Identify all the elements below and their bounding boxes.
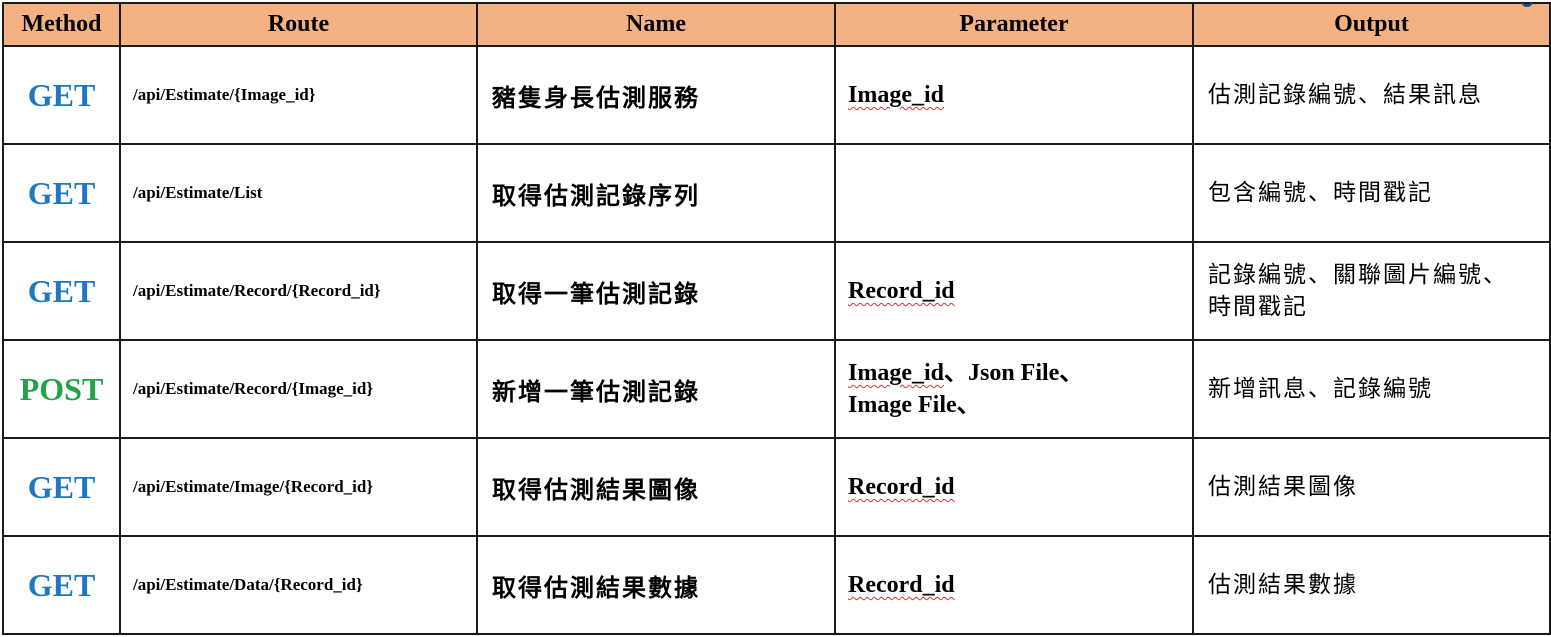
header-output: Output (1192, 2, 1551, 47)
name-cell: 取得一筆估測記錄 (476, 241, 836, 341)
output-line: 估測結果數據 (1208, 572, 1358, 598)
parameter-line: Record_id (848, 275, 1192, 307)
route-cell: /api/Estimate/Record/{Image_id} (119, 339, 478, 439)
output-cell: 新增訊息、記錄編號 (1192, 339, 1551, 439)
table-row: GET /api/Estimate/Record/{Record_id} 取得一… (2, 241, 1551, 341)
output-cell: 估測記錄編號、結果訊息 (1192, 45, 1551, 145)
header-row: Method Route Name Parameter Output (2, 2, 1551, 47)
route-cell: /api/Estimate/Image/{Record_id} (119, 437, 478, 537)
header-method: Method (2, 2, 121, 47)
parameter-cell (834, 143, 1194, 243)
output-line: 新增訊息、記錄編號 (1208, 376, 1433, 402)
parameter-token: Record_id (848, 278, 955, 304)
route-cell: /api/Estimate/{Image_id} (119, 45, 478, 145)
name-cell: 取得估測記錄序列 (476, 143, 836, 243)
parameter-cell: Record_id (834, 535, 1194, 635)
table-row: GET /api/Estimate/Data/{Record_id} 取得估測結… (2, 535, 1551, 635)
header-parameter: Parameter (834, 2, 1194, 47)
name-cell: 取得估測結果數據 (476, 535, 836, 635)
parameter-cell: Image_id (834, 45, 1194, 145)
output-cell: 記錄編號、關聯圖片編號、 時間戳記 (1192, 241, 1551, 341)
parameter-cell: Record_id (834, 437, 1194, 537)
table-row: GET /api/Estimate/Image/{Record_id} 取得估測… (2, 437, 1551, 537)
output-line: 估測結果圖像 (1208, 474, 1358, 500)
method-cell: POST (2, 339, 121, 439)
method-cell: GET (2, 241, 121, 341)
method-cell: GET (2, 143, 121, 243)
table-row: GET /api/Estimate/List 取得估測記錄序列 包含編號、時間戳… (2, 143, 1551, 243)
output-line: 記錄編號、關聯圖片編號、 (1208, 262, 1508, 288)
route-cell: /api/Estimate/List (119, 143, 478, 243)
output-line: 包含編號、時間戳記 (1208, 180, 1433, 206)
output-cell: 估測結果圖像 (1192, 437, 1551, 537)
table-body: GET /api/Estimate/{Image_id} 豬隻身長估測服務 Im… (2, 45, 1551, 635)
parameter-cell: Image_id、Json File、 Image File、 (834, 339, 1194, 439)
output-line: 時間戳記 (1208, 294, 1308, 320)
method-cell: GET (2, 45, 121, 145)
name-cell: 豬隻身長估測服務 (476, 45, 836, 145)
parameter-line: Record_id (848, 471, 1192, 503)
parameter-line: Image File、 (848, 392, 981, 418)
route-cell: /api/Estimate/Record/{Record_id} (119, 241, 478, 341)
output-cell: 包含編號、時間戳記 (1192, 143, 1551, 243)
parameter-line: Image_id (848, 79, 1192, 111)
parameter-token: Image_id (848, 360, 944, 386)
header-name: Name (476, 2, 836, 47)
parameter-token: Image_id (848, 82, 944, 108)
route-cell: /api/Estimate/Data/{Record_id} (119, 535, 478, 635)
table-row: POST /api/Estimate/Record/{Image_id} 新增一… (2, 339, 1551, 439)
method-cell: GET (2, 437, 121, 537)
parameter-token: Record_id (848, 572, 955, 598)
parameter-token: Record_id (848, 474, 955, 500)
output-line: 估測記錄編號、結果訊息 (1208, 82, 1483, 108)
output-cell: 估測結果數據 (1192, 535, 1551, 635)
header-route: Route (119, 2, 478, 47)
table-header: Method Route Name Parameter Output (2, 2, 1551, 47)
name-cell: 取得估測結果圖像 (476, 437, 836, 537)
api-table: Method Route Name Parameter Output GET /… (2, 2, 1551, 635)
name-cell: 新增一筆估測記錄 (476, 339, 836, 439)
method-cell: GET (2, 535, 121, 635)
parameter-cell: Record_id (834, 241, 1194, 341)
parameter-line: Record_id (848, 569, 1192, 601)
parameter-line: Image_id、Json File、 (848, 360, 1084, 386)
table-row: GET /api/Estimate/{Image_id} 豬隻身長估測服務 Im… (2, 45, 1551, 145)
